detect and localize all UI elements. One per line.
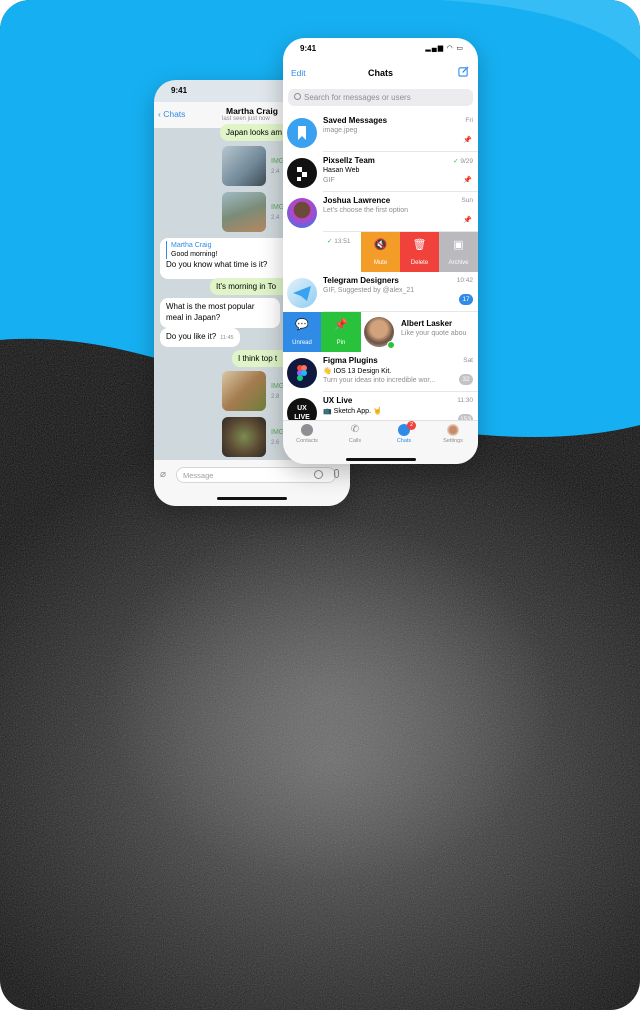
unread-badge: 17 — [459, 294, 473, 305]
profile-avatar-icon — [447, 424, 459, 436]
delete-button[interactable]: 🗑 Delete — [400, 232, 439, 272]
avatar — [287, 158, 317, 188]
chat-preview: image.jpeg — [323, 127, 358, 134]
phone-icon: ✆ — [350, 424, 360, 435]
tab-calls[interactable]: ✆ Calls — [331, 424, 379, 444]
mute-button[interactable]: 🔇 Mute — [361, 232, 400, 272]
tab-chats[interactable]: 2 Chats — [380, 421, 428, 444]
image-size: 2.4 — [271, 169, 280, 175]
mute-icon: 🔇 — [373, 239, 388, 251]
photo-thumbnail[interactable] — [222, 146, 266, 186]
chat-preview: GIF — [323, 177, 335, 184]
avatar — [287, 198, 317, 228]
swiped-chat-row[interactable]: 💬 Unread 📌 Pin Albert Lasker Like your quo… — [283, 312, 478, 352]
contact-name: Martha Craig — [226, 106, 278, 116]
message-text: Do you know what time is it? — [166, 260, 268, 269]
status-time: 9:41 — [300, 44, 317, 53]
home-indicator — [217, 497, 287, 500]
back-button[interactable]: ‹ Chats — [158, 109, 185, 119]
message-bubble[interactable]: Do you like it? 11:45 — [160, 328, 240, 347]
reply-text: Good morning! — [171, 251, 218, 258]
home-indicator — [345, 458, 416, 461]
chat-name: Joshua Lawrence — [323, 196, 391, 205]
status-bar: 9:41 ▂▄▆ ◠ ▭ — [283, 38, 478, 60]
search-input[interactable]: Search for messages or users — [288, 89, 473, 106]
chat-name: Pixsellz Team — [323, 156, 375, 165]
chat-preview: 📺 Sketch App. 🤘 — [323, 408, 382, 415]
chat-row[interactable]: Telegram Designers GIF, Suggested by @al… — [283, 272, 478, 312]
chat-sender: Hasan Web — [323, 167, 360, 174]
reply-author: Martha Craig — [171, 242, 212, 249]
photo-thumbnail[interactable] — [222, 417, 266, 457]
chat-list-phone: 9:41 ▂▄▆ ◠ ▭ Edit Chats Search for messa… — [283, 38, 478, 464]
pin-icon: 📌 — [463, 177, 472, 184]
contact-status: last seen just now — [222, 116, 270, 122]
reply-message-bubble[interactable]: Martha Craig Good morning! Do you know w… — [160, 238, 292, 279]
chat-name: Albert Lasker — [401, 319, 453, 328]
chat-time: 11:30 — [457, 397, 473, 404]
chat-row[interactable]: Joshua Lawrence Let's choose the first o… — [283, 192, 478, 232]
chat-name: UX Live — [323, 396, 353, 405]
unread-badge: 32 — [459, 374, 473, 385]
avatar — [287, 358, 317, 388]
person-icon — [301, 424, 313, 436]
chat-time: Sun — [461, 197, 473, 204]
chat-row[interactable]: Figma Plugins 👋 IOS 13 Design Kit. Turn … — [283, 352, 478, 392]
tab-bar: Contacts ✆ Calls 2 Chats Settings — [283, 420, 478, 464]
chat-name: Figma Plugins — [323, 356, 378, 365]
pin-icon: 📌 — [463, 137, 472, 144]
tab-settings[interactable]: Settings — [429, 424, 477, 444]
trash-icon: 🗑 — [412, 239, 427, 251]
chat-row[interactable]: Pixsellz Team Hasan Web GIF ✓ 9/29 📌 — [283, 152, 478, 192]
archive-icon: ▣ — [453, 239, 464, 251]
chat-preview: Like your quote abou — [401, 330, 467, 337]
chat-name: Telegram Designers — [323, 276, 399, 285]
message-input[interactable]: Message — [176, 467, 336, 483]
photo-thumbnail[interactable] — [222, 192, 266, 232]
tab-contacts[interactable]: Contacts — [283, 424, 331, 444]
attach-icon[interactable]: ⌀ — [160, 469, 166, 480]
message-time: 11:45 — [220, 335, 234, 341]
pin-icon: 📌 — [334, 319, 348, 331]
message-input-bar: ⌀ Message — [154, 460, 350, 506]
chat-sender: 👋 IOS 13 Design Kit. — [323, 368, 392, 375]
status-icons: ▂▄▆ ◠ ▭ — [425, 45, 464, 52]
avatar — [287, 278, 317, 308]
chat-time: ✓ 9/29 — [453, 158, 473, 165]
chat-bubble-icon: 💬 — [295, 319, 309, 331]
unread-button[interactable]: 💬 Unread — [283, 312, 321, 352]
archive-button[interactable]: ▣ Archive — [439, 232, 478, 272]
microphone-icon[interactable] — [334, 469, 339, 478]
page-title: Chats — [367, 68, 393, 78]
search-icon — [294, 93, 301, 100]
photo-thumbnail[interactable] — [222, 371, 266, 411]
compose-icon[interactable] — [458, 66, 469, 77]
chat-row[interactable]: Saved Messages image.jpeg Fri 📌 — [283, 112, 478, 152]
chat-name: Saved Messages — [323, 116, 388, 125]
sticker-icon[interactable] — [314, 470, 323, 479]
pin-icon: 📌 — [463, 217, 472, 224]
chat-time: Sat — [463, 357, 473, 364]
chat-time: ✓ 13:51 — [327, 238, 351, 245]
chat-preview: GIF, Suggested by @alex_21 — [323, 287, 415, 294]
image-size: 2.6 — [271, 440, 280, 446]
chat-preview: Let's choose the first option — [323, 207, 408, 214]
chat-time: 10:42 — [456, 277, 473, 284]
online-indicator — [387, 341, 395, 349]
bookmark-icon — [287, 118, 317, 148]
chats-badge: 2 — [407, 421, 416, 430]
status-time: 9:41 — [171, 86, 188, 95]
chat-preview: Turn your ideas into incredible wor... — [323, 377, 436, 384]
image-size: 2.4 — [271, 215, 280, 221]
swiped-chat-row[interactable]: ✓ 13:51 🔇 Mute 🗑 Delete ▣ Archive — [283, 232, 478, 272]
back-label: Chats — [163, 109, 186, 119]
chat-time: Fri — [465, 117, 473, 124]
image-size: 2.8 — [271, 394, 280, 400]
search-placeholder: Search for messages or users — [304, 93, 411, 102]
chats-icon: 2 — [398, 421, 416, 436]
message-bubble[interactable]: What is the most popular meal in Japan? — [160, 298, 280, 328]
pin-button[interactable]: 📌 Pin — [321, 312, 361, 352]
hero-card: 9:41 ‹ Chats Martha Craig last seen just… — [0, 0, 640, 1010]
